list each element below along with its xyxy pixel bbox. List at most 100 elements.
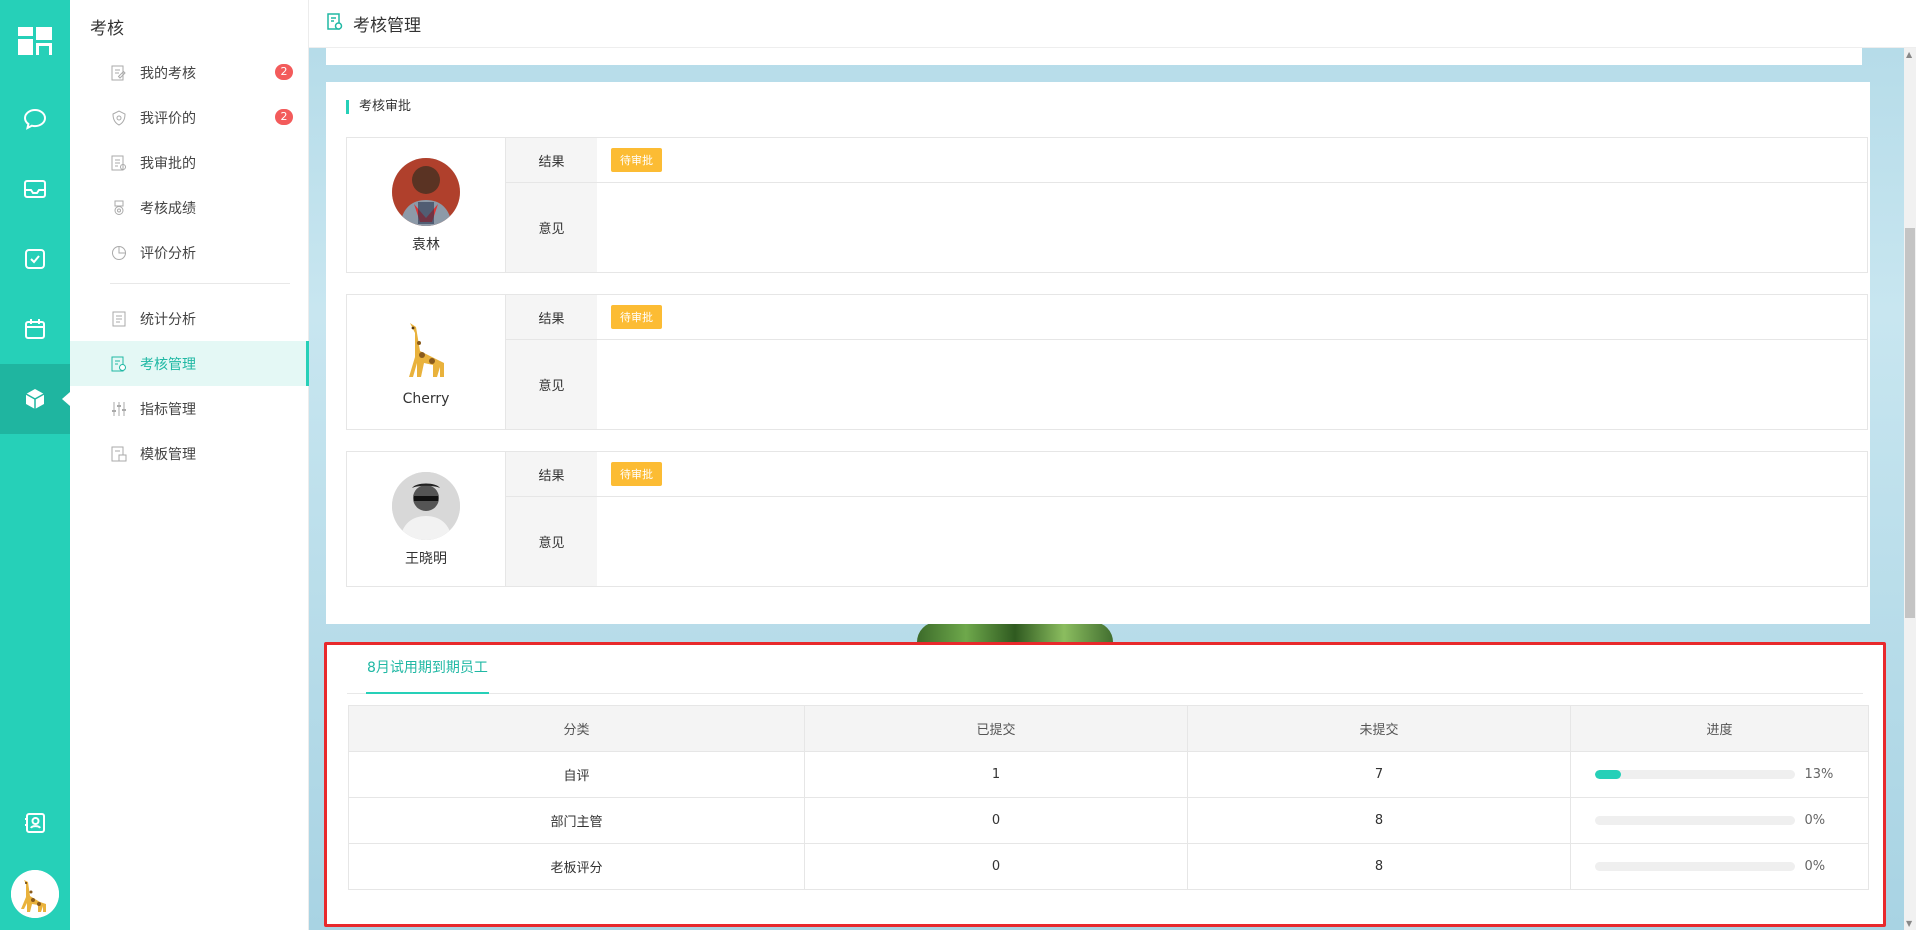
progress-fill xyxy=(1594,770,1621,779)
approver: Cherry xyxy=(347,295,506,429)
approver-name: Cherry xyxy=(402,391,450,407)
sidebar-item-label: 考核成绩 xyxy=(140,200,196,217)
status-badge: 待审批 xyxy=(611,148,662,172)
column-header: 分类 xyxy=(348,705,805,752)
table-header-row: 分类 已提交 未提交 进度 xyxy=(348,705,1869,752)
approval-item: Cherry 结果 待审批 意见 xyxy=(346,294,1868,430)
result-label: 结果 xyxy=(506,138,597,182)
user-avatar[interactable] xyxy=(11,870,59,918)
app-rail xyxy=(0,0,70,930)
cell-submitted: 1 xyxy=(804,751,1188,798)
vertical-scrollbar[interactable]: ▲ ▼ xyxy=(1904,48,1916,930)
sidebar-item-label: 我的考核 xyxy=(140,65,196,82)
grid-icon[interactable] xyxy=(18,27,52,55)
sidebar-item-label: 统计分析 xyxy=(140,311,196,328)
sidebar-item-my-evaluated[interactable]: 我评价的 2 xyxy=(70,95,309,140)
avatar xyxy=(392,472,460,540)
calendar-icon[interactable] xyxy=(0,294,70,364)
cell-submitted: 0 xyxy=(804,843,1188,890)
scroll-up-icon[interactable]: ▲ xyxy=(1906,50,1912,59)
sidebar-item-statistics[interactable]: 统计分析 xyxy=(70,296,309,341)
approver: 王晓明 xyxy=(347,452,506,586)
previous-card-bottom xyxy=(326,48,1862,65)
template-icon xyxy=(110,445,128,463)
avatar xyxy=(392,315,460,383)
sidebar-item-scores[interactable]: 考核成绩 xyxy=(70,185,309,230)
opinion-value xyxy=(597,497,1867,586)
cube-icon[interactable] xyxy=(0,364,70,434)
sidebar-item-my-review[interactable]: 我的考核 2 xyxy=(70,50,309,95)
sidebar-item-review-management[interactable]: 考核管理 xyxy=(70,341,309,386)
approval-card: 考核审批 袁林 结果 待审批 意见 Cherry 结果 待审批 意见 王晓明 结… xyxy=(326,82,1870,624)
cell-progress: 13% xyxy=(1570,751,1869,798)
page-header: 考核管理 xyxy=(309,0,1916,48)
contacts-icon[interactable] xyxy=(0,788,70,858)
review-manage-icon xyxy=(110,355,128,373)
cell-unsubmitted: 7 xyxy=(1187,751,1571,798)
opinion-value xyxy=(597,340,1867,429)
opinion-label: 意见 xyxy=(506,183,597,272)
cell-unsubmitted: 8 xyxy=(1187,797,1571,844)
progress-text: 0% xyxy=(1804,813,1826,828)
check-icon[interactable] xyxy=(0,224,70,294)
probation-table: 分类 已提交 未提交 进度 自评 1 7 13% 部门主管 0 8 0% 老板评… xyxy=(348,705,1869,890)
cell-category: 老板评分 xyxy=(348,843,805,890)
sidebar-item-label: 指标管理 xyxy=(140,401,196,418)
progress-bar xyxy=(1594,770,1795,779)
approval-item: 王晓明 结果 待审批 意见 xyxy=(346,451,1868,587)
column-header: 进度 xyxy=(1570,705,1869,752)
approve-doc-icon xyxy=(110,154,128,172)
approver-name: 王晓明 xyxy=(405,551,447,567)
sidebar: 考核 我的考核 2 我评价的 2 我审批的 考核成绩 评价分析 统计分析 考核管… xyxy=(70,0,309,930)
sidebar-item-template-management[interactable]: 模板管理 xyxy=(70,431,309,476)
sidebar-item-evaluation-analysis[interactable]: 评价分析 xyxy=(70,230,309,275)
sidebar-item-indicator-management[interactable]: 指标管理 xyxy=(70,386,309,431)
progress-bar xyxy=(1594,862,1795,871)
section-title: 考核审批 xyxy=(346,100,411,114)
tab-probation-employees[interactable]: 8月试用期到期员工 xyxy=(366,658,489,694)
sidebar-item-label: 考核管理 xyxy=(140,356,196,373)
probation-card: 8月试用期到期员工 分类 已提交 未提交 进度 自评 1 7 13% 部门主管 … xyxy=(324,642,1886,927)
pie-icon xyxy=(110,244,128,262)
opinion-value xyxy=(597,183,1867,272)
scrollbar-thumb[interactable] xyxy=(1905,228,1915,618)
avatar xyxy=(392,158,460,226)
sidebar-divider xyxy=(110,283,290,284)
approver: 袁林 xyxy=(347,138,506,272)
table-row: 部门主管 0 8 0% xyxy=(348,797,1869,844)
award-icon xyxy=(110,199,128,217)
sidebar-item-label: 模板管理 xyxy=(140,446,196,463)
column-header: 未提交 xyxy=(1187,705,1571,752)
cell-category: 自评 xyxy=(348,751,805,798)
report-icon xyxy=(110,310,128,328)
edit-doc-icon xyxy=(110,64,128,82)
chat-icon[interactable] xyxy=(0,84,70,154)
medal-icon xyxy=(110,109,128,127)
approval-item: 袁林 结果 待审批 意见 xyxy=(346,137,1868,273)
status-badge: 待审批 xyxy=(611,462,662,486)
tab-bar: 8月试用期到期员工 xyxy=(347,658,1863,694)
cell-submitted: 0 xyxy=(804,797,1188,844)
result-label: 结果 xyxy=(506,452,597,496)
sidebar-item-label: 评价分析 xyxy=(140,245,196,262)
count-badge: 2 xyxy=(275,64,293,80)
inbox-icon[interactable] xyxy=(0,154,70,224)
table-row: 自评 1 7 13% xyxy=(348,751,1869,798)
cell-progress: 0% xyxy=(1570,797,1869,844)
result-label: 结果 xyxy=(506,295,597,339)
status-badge: 待审批 xyxy=(611,305,662,329)
review-manage-icon xyxy=(327,12,343,35)
sidebar-item-my-approved[interactable]: 我审批的 xyxy=(70,140,309,185)
progress-text: 13% xyxy=(1804,767,1834,782)
cell-category: 部门主管 xyxy=(348,797,805,844)
page-title: 考核管理 xyxy=(353,16,421,36)
sidebar-item-label: 我审批的 xyxy=(140,155,196,172)
scroll-down-icon[interactable]: ▼ xyxy=(1906,919,1912,928)
progress-bar xyxy=(1594,816,1795,825)
count-badge: 2 xyxy=(275,109,293,125)
cell-unsubmitted: 8 xyxy=(1187,843,1571,890)
sliders-icon xyxy=(110,400,128,418)
opinion-label: 意见 xyxy=(506,497,597,586)
sidebar-item-label: 我评价的 xyxy=(140,110,196,127)
progress-text: 0% xyxy=(1804,859,1826,874)
